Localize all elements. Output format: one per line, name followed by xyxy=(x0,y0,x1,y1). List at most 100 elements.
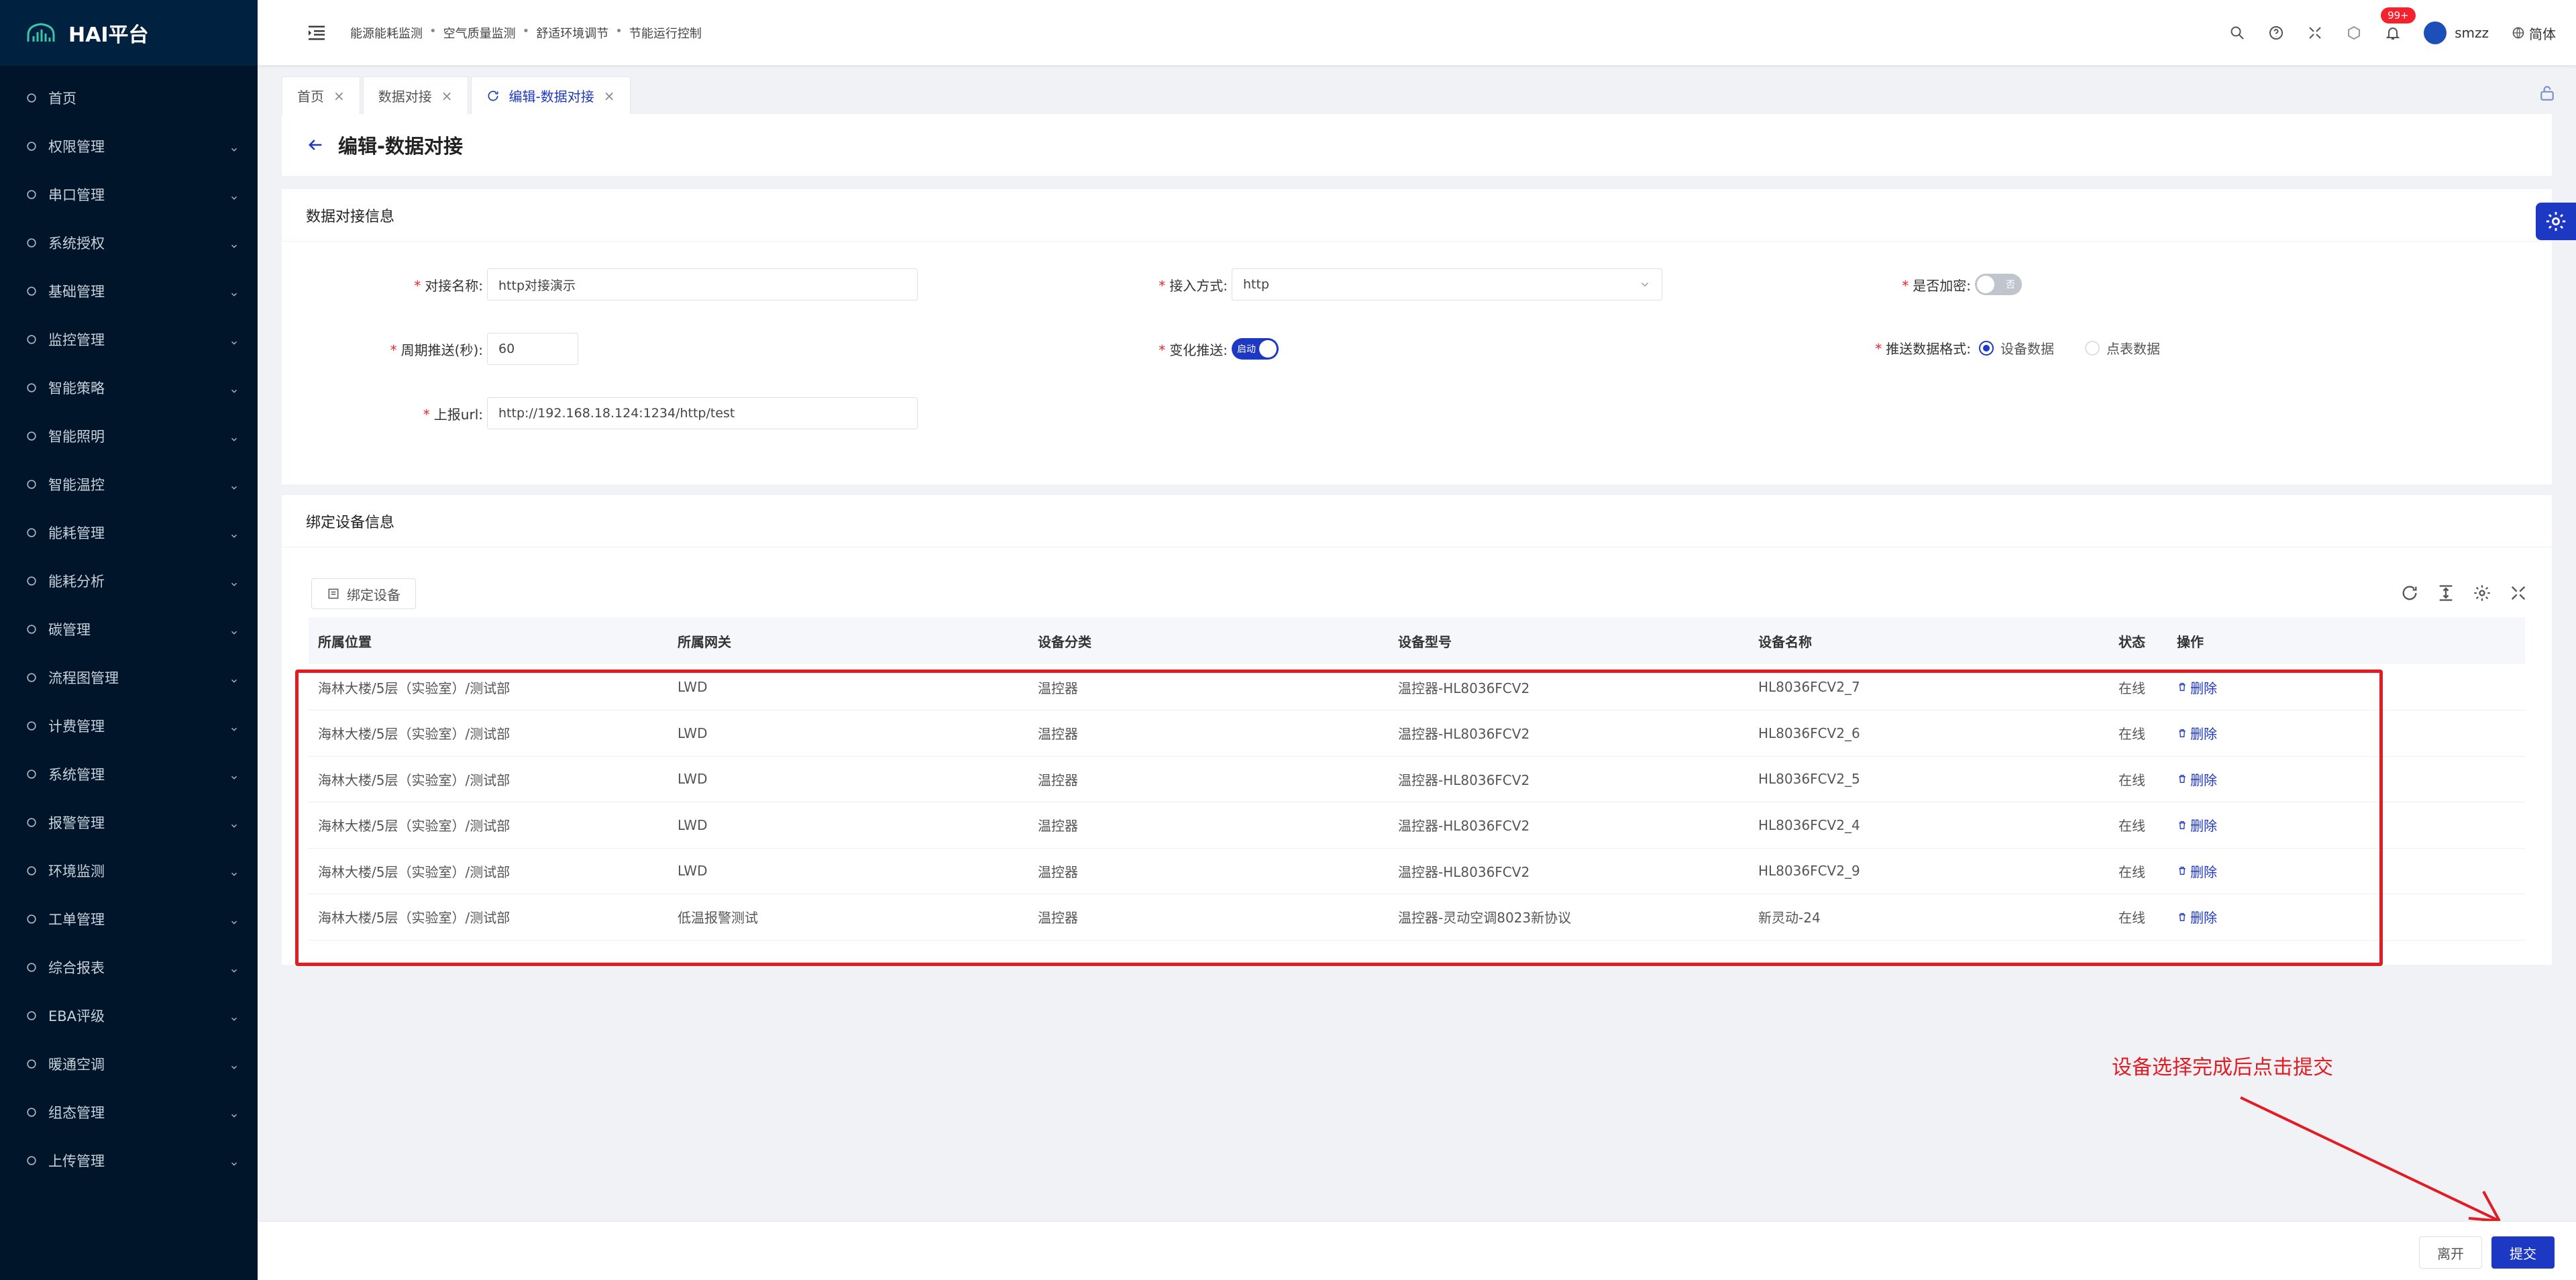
language-label: 简体 xyxy=(2529,25,2556,42)
sidebar-item[interactable]: 智能温控 xyxy=(0,460,258,509)
table-cell: HL8036FCV2_5 xyxy=(1758,771,1860,788)
page-title: 编辑-数据对接 xyxy=(338,135,464,158)
sidebar-item[interactable]: 组态管理 xyxy=(0,1088,258,1136)
user-menu[interactable]: smzz xyxy=(2424,21,2489,44)
sidebar-item[interactable]: 智能照明 xyxy=(0,412,258,460)
change-push-toggle[interactable]: 启动 xyxy=(1232,338,1279,360)
url-input[interactable]: http://192.168.18.124:1234/http/test xyxy=(487,397,918,429)
delete-button[interactable]: 删除 xyxy=(2177,678,2217,697)
encrypt-toggle[interactable]: 否 xyxy=(1975,274,2022,295)
logo-icon xyxy=(27,23,55,42)
sidebar-item[interactable]: 流程图管理 xyxy=(0,653,258,702)
trash-icon xyxy=(2179,867,2186,875)
sidebar-item[interactable]: 碳管理 xyxy=(0,605,258,653)
menu-fold-icon[interactable] xyxy=(306,22,327,44)
settings-icon[interactable] xyxy=(2473,584,2491,602)
name-input[interactable]: http对接演示 xyxy=(487,268,918,301)
table-row: 海林大楼/5层（实验室）/测试部 LWD 温控器 温控器-HL8036FCV2 HL80… xyxy=(309,802,2525,848)
column-header[interactable]: 设备分类 xyxy=(1028,617,1389,664)
tab-data-integration[interactable]: 数据对接 × xyxy=(362,76,468,114)
sliders-icon xyxy=(24,187,39,202)
delete-button[interactable]: 删除 xyxy=(2177,723,2217,743)
table-cell: 删除 xyxy=(2167,664,2525,710)
delete-button[interactable]: 删除 xyxy=(2177,907,2217,926)
format-radio-point[interactable]: 点表数据 xyxy=(2085,338,2160,358)
chevron-down-icon xyxy=(229,769,239,780)
period-input[interactable]: 60 xyxy=(487,333,578,365)
monitor-icon xyxy=(24,332,39,347)
sidebar-item[interactable]: 环境监测 xyxy=(0,847,258,895)
notification-button[interactable]: 99+ xyxy=(2381,7,2416,41)
submit-button[interactable]: 提交 xyxy=(2491,1236,2555,1269)
sidebar-item[interactable]: 智能策略 xyxy=(0,364,258,412)
delete-button[interactable]: 删除 xyxy=(2177,815,2217,835)
back-arrow-icon[interactable] xyxy=(306,136,325,154)
table-header-row: 所属位置 所属网关 设备分类 设备型号 设备名称 状态 操作 xyxy=(309,617,2525,664)
sidebar-item[interactable]: 工单管理 xyxy=(0,895,258,943)
sidebar-item[interactable]: 监控管理 xyxy=(0,315,258,364)
fullscreen-icon[interactable] xyxy=(2307,25,2323,41)
help-icon[interactable] xyxy=(2268,25,2284,41)
sidebar-item[interactable]: 上传管理 xyxy=(0,1136,258,1185)
table-cell: HL8036FCV2_7 xyxy=(1758,679,1860,695)
settings-float-button[interactable] xyxy=(2536,203,2576,240)
delete-button[interactable]: 删除 xyxy=(2177,769,2217,789)
table-cell: 在线 xyxy=(2118,910,2145,926)
lock-icon[interactable] xyxy=(2538,85,2556,102)
sidebar-item[interactable]: 能耗分析 xyxy=(0,557,258,605)
logo[interactable]: HAI平台 xyxy=(0,0,258,66)
breadcrumb-item[interactable]: 空气质量监测 xyxy=(443,24,516,42)
username: smzz xyxy=(2455,25,2489,41)
config-icon xyxy=(24,1105,39,1120)
close-icon[interactable]: × xyxy=(333,88,345,104)
column-header[interactable]: 所属位置 xyxy=(309,617,668,664)
chevron-down-icon xyxy=(229,625,239,635)
refresh-icon[interactable] xyxy=(2400,584,2419,602)
breadcrumb-item[interactable]: 能源能耗监测 xyxy=(350,24,423,42)
notification-badge: 99+ xyxy=(2381,7,2416,23)
sidebar-item[interactable]: 计费管理 xyxy=(0,702,258,750)
sidebar-item[interactable]: 权限管理 xyxy=(0,122,258,170)
search-icon[interactable] xyxy=(2229,25,2245,41)
table-cell: 海林大楼/5层（实验室）/测试部 xyxy=(318,818,511,835)
table-cell: 温控器-HL8036FCV2 xyxy=(1398,863,1530,880)
column-height-icon[interactable] xyxy=(2436,584,2455,602)
column-header[interactable]: 操作 xyxy=(2167,617,2525,664)
close-icon[interactable]: × xyxy=(604,88,615,104)
breadcrumb-item[interactable]: 节能运行控制 xyxy=(629,24,702,42)
leave-button[interactable]: 离开 xyxy=(2419,1236,2482,1269)
tab-home[interactable]: 首页 × xyxy=(282,76,360,114)
sidebar-item[interactable]: 基础管理 xyxy=(0,267,258,315)
column-header[interactable]: 状态 xyxy=(2109,617,2167,664)
theme-icon[interactable] xyxy=(2346,25,2362,41)
column-header[interactable]: 所属网关 xyxy=(668,617,1028,664)
sidebar-item-label: 计费管理 xyxy=(48,718,105,735)
table-cell: 温控器 xyxy=(1038,726,1078,743)
chevron-down-icon xyxy=(229,528,239,538)
delete-button[interactable]: 删除 xyxy=(2177,861,2217,881)
sidebar-item-label: 能耗管理 xyxy=(48,525,105,541)
leaf-icon xyxy=(24,622,39,637)
sidebar-item[interactable]: 能耗管理 xyxy=(0,509,258,557)
sidebar-item[interactable]: EBA评级 xyxy=(0,992,258,1040)
section-title: 数据对接信息 xyxy=(282,189,2552,242)
access-select[interactable]: http xyxy=(1232,268,1662,301)
close-icon[interactable]: × xyxy=(441,88,453,104)
language-switch[interactable]: 简体 xyxy=(2512,23,2556,43)
format-radio-device[interactable]: 设备数据 xyxy=(1979,338,2054,358)
sidebar-item[interactable]: 系统管理 xyxy=(0,750,258,798)
bind-device-button[interactable]: 绑定设备 xyxy=(311,578,416,609)
sidebar-item[interactable]: 报警管理 xyxy=(0,798,258,847)
sidebar-item[interactable]: 暖通空调 xyxy=(0,1040,258,1088)
column-header[interactable]: 设备型号 xyxy=(1389,617,1749,664)
tab-label: 数据对接 xyxy=(378,89,432,105)
column-header[interactable]: 设备名称 xyxy=(1749,617,2109,664)
fullscreen-icon[interactable] xyxy=(2509,584,2528,602)
sidebar-item[interactable]: 系统授权 xyxy=(0,219,258,267)
sidebar-item[interactable]: 首页 xyxy=(0,74,258,122)
sidebar-item-label: 能耗分析 xyxy=(48,574,105,590)
sidebar-item[interactable]: 串口管理 xyxy=(0,170,258,219)
breadcrumb-item[interactable]: 舒适环境调节 xyxy=(536,24,608,42)
sidebar-item[interactable]: 综合报表 xyxy=(0,943,258,992)
tab-edit-data-integration[interactable]: 编辑-数据对接 × xyxy=(470,76,631,114)
